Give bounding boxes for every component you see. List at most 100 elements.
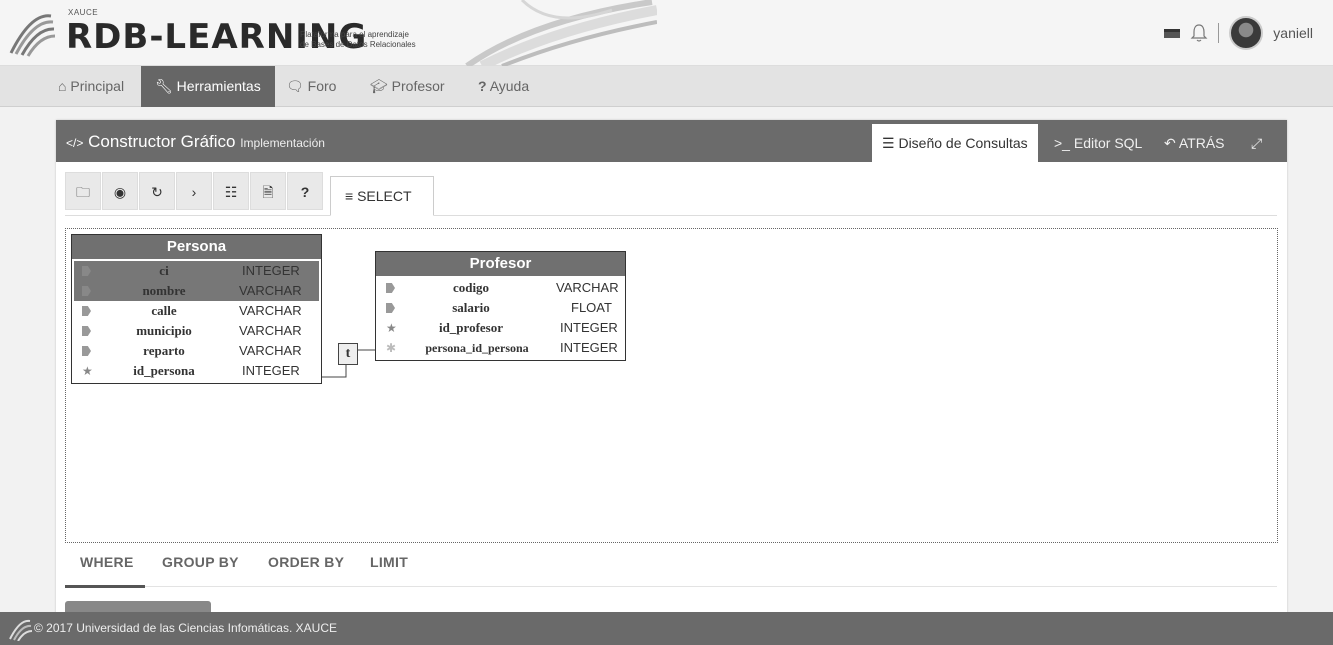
comments-icon: 🗨︎ [286,78,304,94]
document-button[interactable]: 🗎︎ [250,172,286,210]
primary-key-icon: ★ [82,364,93,378]
field-row[interactable]: ci INTEGER [74,261,319,281]
field-name: municipio [136,323,192,338]
logo-swirl-icon [9,14,56,57]
field-icon [82,325,92,337]
tab-order-by[interactable]: ORDER BY [268,554,344,570]
home-icon: ⌂ [58,78,67,94]
field-row[interactable]: calle VARCHAR [74,301,319,321]
nav-item-ayuda[interactable]: ? Ayuda [466,66,541,107]
wrench-icon: 🔧︎ [155,78,173,94]
primary-key-icon: ★ [386,321,397,335]
panel-subtitle: Implementación [240,136,325,150]
nav-item-label: Profesor [391,78,445,94]
nav-item-profesor[interactable]: 🎓︎ Profesor [358,66,457,107]
tab-group-by[interactable]: GROUP BY [162,554,239,570]
field-row[interactable]: municipio VARCHAR [74,321,319,341]
panel-title-text: Constructor Gráfico [88,132,236,151]
field-icon [82,285,92,297]
reply-icon: ↶ [1164,135,1176,151]
help-button[interactable]: ? [287,172,323,210]
logo-swirl-icon [9,619,32,641]
expand-button[interactable]: ⤢ [1241,124,1272,162]
field-row[interactable]: codigo VARCHAR [378,278,623,298]
graduation-cap-icon: 🎓︎ [370,78,388,94]
avatar[interactable] [1229,16,1264,50]
tab-label: Editor SQL [1073,135,1143,151]
field-row[interactable]: ★ id_persona INTEGER [74,361,319,381]
app-header: XAUCE RDB-LEARNING Plataforma para el ap… [0,0,1333,66]
field-type: VARCHAR [556,280,619,295]
tab-diseno-consultas[interactable]: ☰ Diseño de Consultas [872,124,1038,162]
nav-item-principal[interactable]: ⌂ Principal [46,66,136,107]
field-type: VARCHAR [239,283,302,298]
field-type: INTEGER [560,320,618,335]
foreign-key-icon: ✱ [386,341,397,355]
tab-select-label: SELECT [357,188,412,204]
entity-profesor[interactable]: Profesor codigo VARCHAR salario FLOAT ★ … [375,251,626,361]
footer: © 2017 Universidad de las Ciencias Infom… [0,612,1333,645]
field-type: INTEGER [242,363,300,378]
question-icon: ? [478,78,487,94]
bell-icon[interactable] [1190,23,1208,43]
next-button[interactable]: › [176,172,212,210]
relationship-label[interactable]: t [338,343,358,365]
nav-item-herramientas[interactable]: 🔧︎ Herramientas [141,66,275,107]
field-icon [82,345,92,357]
field-name: salario [452,300,490,315]
logo-decoration [465,0,657,66]
question-icon: ? [300,184,310,200]
nav-item-label: Ayuda [489,78,530,94]
username[interactable]: yaniell [1273,25,1313,41]
nav-item-foro[interactable]: 🗨︎ Foro [274,66,348,107]
folder-icon: 🗀︎ [76,184,90,200]
logo-subtitle: Plataforma para el aprendizaje de Bases … [300,30,430,50]
expand-icon: ⤢ [1251,135,1263,151]
field-icon [82,265,92,277]
field-name: ci [159,263,169,278]
field-type: VARCHAR [239,303,302,318]
field-type: INTEGER [242,263,300,278]
logo-brand-small: XAUCE [68,8,99,17]
field-name: reparto [143,343,185,358]
logo-subtitle-line2: de Bases de Datos Relacionales [300,40,416,49]
nav-item-label: Foro [307,78,337,94]
field-row[interactable]: reparto VARCHAR [74,341,319,361]
field-row[interactable]: nombre VARCHAR [74,281,319,301]
code-icon: </> [66,136,84,150]
field-row[interactable]: ★ id_profesor INTEGER [378,318,623,338]
clause-tabs-divider [65,586,1277,587]
tab-limit[interactable]: LIMIT [370,554,408,570]
header-actions: yaniell [1164,16,1313,50]
list-icon: ≡ [345,188,354,204]
field-name: codigo [452,280,490,295]
sitemap-icon: ☰ [882,135,895,151]
main-nav: ⌂ Principal 🔧︎ Herramientas 🗨︎ Foro 🎓︎ P… [0,66,1333,107]
field-icon [386,282,396,294]
entity-title: Persona [72,235,321,259]
field-type: VARCHAR [239,343,302,358]
tab-where[interactable]: WHERE [80,554,134,570]
field-name: id_persona [133,363,195,378]
toolbar-divider [65,215,1277,216]
refresh-button[interactable]: ↻ [139,172,175,210]
tab-select[interactable]: ≡ SELECT [330,176,434,216]
layout-button[interactable]: ☷ [213,172,249,210]
active-tab-indicator [65,585,145,588]
back-button[interactable]: ↶ ATRÁS [1154,124,1235,162]
field-row[interactable]: salario FLOAT [378,298,623,318]
field-icon [82,305,92,317]
preview-button[interactable]: ◉ [102,172,138,210]
field-name: calle [151,303,177,318]
tab-editor-sql[interactable]: >_ Editor SQL [1044,124,1152,162]
entity-persona[interactable]: Persona ci INTEGER nombre VARCHAR calle … [71,234,322,384]
nav-item-label: Herramientas [176,78,261,94]
panel-header: </> Constructor Gráfico Implementación ☰… [56,120,1287,162]
open-button[interactable]: 🗀︎ [65,172,101,210]
refresh-icon: ↻ [151,184,163,200]
back-label: ATRÁS [1178,135,1225,151]
field-type: FLOAT [571,300,612,315]
entity-title: Profesor [376,252,625,276]
field-row[interactable]: ✱ persona_id_persona INTEGER [378,338,623,358]
flag-icon[interactable] [1164,28,1181,38]
